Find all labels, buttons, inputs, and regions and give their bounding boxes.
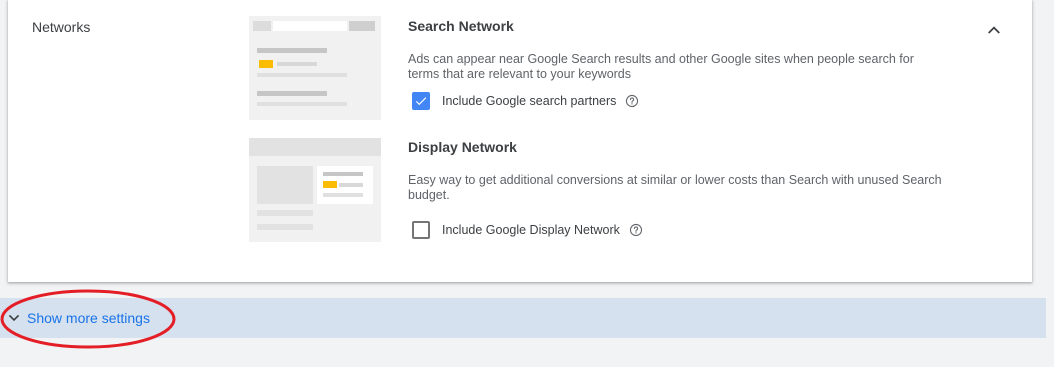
- collapse-section-button[interactable]: [982, 18, 1006, 42]
- checkmark-icon: [415, 97, 427, 106]
- show-more-settings-link[interactable]: Show more settings: [27, 310, 150, 326]
- help-icon[interactable]: [625, 94, 639, 108]
- display-network-checkbox-row[interactable]: Include Google Display Network: [408, 218, 643, 242]
- help-icon[interactable]: [629, 223, 643, 237]
- display-network-label: Include Google Display Network: [442, 223, 620, 237]
- search-network-title: Search Network: [408, 18, 514, 34]
- display-network-description: Easy way to get additional conversions a…: [408, 173, 942, 202]
- show-more-settings-bar[interactable]: Show more settings: [0, 298, 1046, 338]
- networks-card: Networks Search Network Ads can appear n…: [8, 0, 1032, 282]
- display-network-title: Display Network: [408, 139, 517, 155]
- search-partners-checkbox-row[interactable]: Include Google search partners: [408, 89, 639, 113]
- section-label: Networks: [32, 19, 91, 35]
- display-network-checkbox[interactable]: [412, 221, 430, 239]
- search-network-illustration: [249, 16, 381, 120]
- search-network-description: Ads can appear near Google Search result…: [408, 52, 914, 81]
- search-partners-label: Include Google search partners: [442, 94, 617, 108]
- chevron-up-icon: [988, 26, 1000, 34]
- display-network-illustration: [249, 138, 381, 242]
- search-partners-checkbox[interactable]: [412, 92, 430, 110]
- chevron-down-icon: [8, 312, 20, 324]
